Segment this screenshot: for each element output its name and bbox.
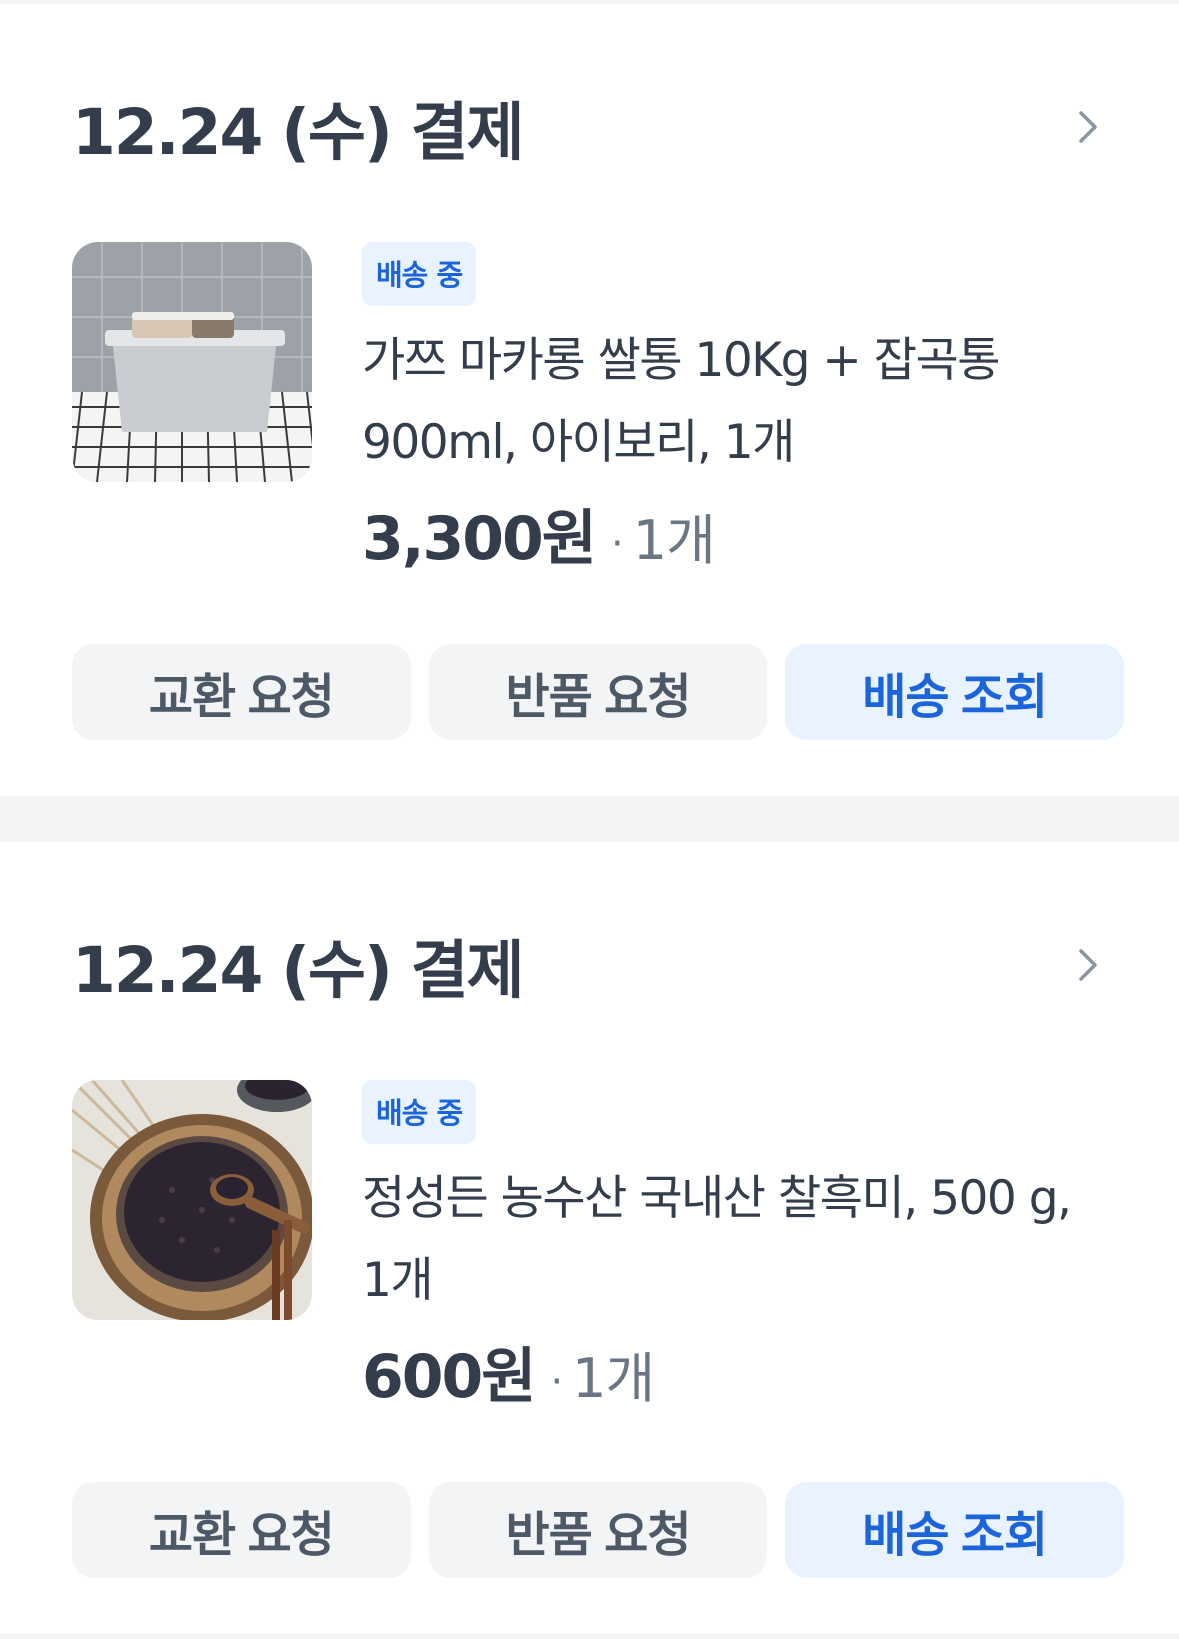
product-info: 배송 중 정성든 농수산 국내산 찰흑미, 500 g, 1개 600원 · 1개 bbox=[362, 1080, 1082, 1412]
product-row[interactable]: 배송 중 정성든 농수산 국내산 찰흑미, 500 g, 1개 600원 · 1개 bbox=[72, 1080, 1119, 1412]
quantity: · 1개 bbox=[611, 496, 716, 575]
order-date: 12.24 (수) 결제 bbox=[72, 933, 525, 1007]
track-delivery-button[interactable]: 배송 조회 bbox=[785, 644, 1125, 740]
price: 600원 bbox=[362, 1342, 536, 1412]
quantity: · 1개 bbox=[550, 1334, 655, 1413]
chevron-right-icon[interactable] bbox=[1071, 110, 1105, 144]
rice-container-image bbox=[72, 242, 312, 482]
black-rice-image bbox=[72, 1080, 312, 1320]
order-card: 12.24 (수) 결제 bbox=[0, 4, 1179, 796]
status-badge: 배송 중 bbox=[362, 242, 477, 306]
order-header[interactable]: 12.24 (수) 결제 bbox=[72, 82, 1107, 172]
exchange-request-button[interactable]: 교환 요청 bbox=[72, 1482, 411, 1578]
product-name[interactable]: 가쯔 마카롱 쌀통 10Kg + 잡곡통 900ml, 아이보리, 1개 bbox=[362, 320, 1082, 484]
separator-dot: · bbox=[611, 521, 624, 568]
price-row: 3,300원 · 1개 bbox=[362, 490, 1082, 577]
order-actions: 교환 요청 반품 요청 배송 조회 bbox=[72, 644, 1125, 740]
order-card: 12.24 (수) 결제 bbox=[0, 842, 1179, 1634]
quantity-value: 1개 bbox=[572, 1347, 655, 1410]
return-request-button[interactable]: 반품 요청 bbox=[428, 1482, 768, 1578]
chevron-right-icon[interactable] bbox=[1071, 948, 1105, 982]
product-thumbnail[interactable] bbox=[72, 242, 312, 482]
price-row: 600원 · 1개 bbox=[362, 1328, 1082, 1415]
product-name[interactable]: 정성든 농수산 국내산 찰흑미, 500 g, 1개 bbox=[362, 1158, 1082, 1322]
product-thumbnail[interactable] bbox=[72, 1080, 312, 1320]
price: 3,300원 bbox=[362, 504, 597, 574]
order-date: 12.24 (수) 결제 bbox=[72, 95, 525, 169]
quantity-value: 1개 bbox=[632, 509, 716, 572]
product-row[interactable]: 배송 중 가쯔 마카롱 쌀통 10Kg + 잡곡통 900ml, 아이보리, 1… bbox=[72, 242, 1119, 574]
order-actions: 교환 요청 반품 요청 배송 조회 bbox=[72, 1482, 1125, 1578]
separator-dot: · bbox=[550, 1359, 563, 1406]
return-request-button[interactable]: 반품 요청 bbox=[428, 644, 768, 740]
order-header[interactable]: 12.24 (수) 결제 bbox=[72, 920, 1107, 1010]
product-info: 배송 중 가쯔 마카롱 쌀통 10Kg + 잡곡통 900ml, 아이보리, 1… bbox=[362, 242, 1082, 574]
track-delivery-button[interactable]: 배송 조회 bbox=[785, 1482, 1125, 1578]
exchange-request-button[interactable]: 교환 요청 bbox=[72, 644, 411, 740]
status-badge: 배송 중 bbox=[362, 1080, 477, 1144]
section-divider bbox=[0, 796, 1179, 842]
